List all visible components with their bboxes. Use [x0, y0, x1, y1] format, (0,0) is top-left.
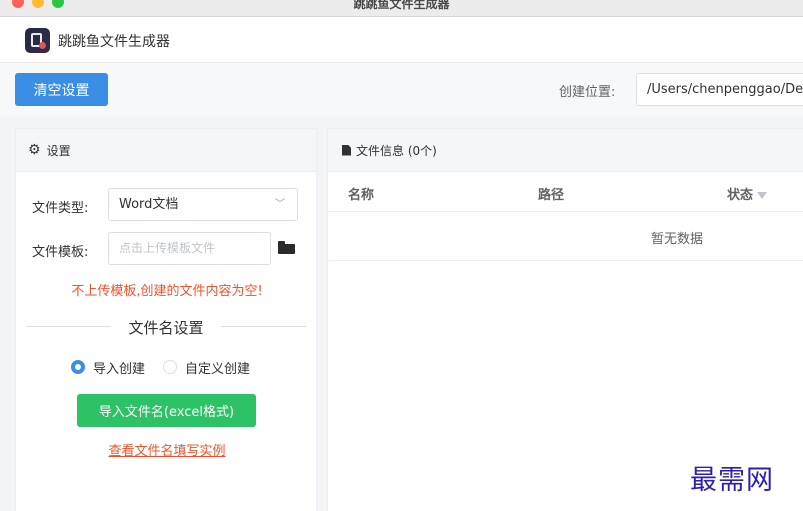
clear-settings-button[interactable]: 清空设置 — [15, 73, 108, 106]
example-link[interactable]: 查看文件名填写实例 — [16, 440, 318, 459]
window-title: 跳跳鱼文件生成器 — [353, 0, 450, 11]
template-label: 文件模板: — [32, 245, 89, 260]
import-filenames-button[interactable]: 导入文件名(excel格式) — [77, 394, 256, 427]
file-type-select[interactable]: Word文档 ﹀ — [108, 188, 298, 221]
file-type-label: 文件类型: — [32, 201, 89, 216]
radio-custom[interactable] — [163, 360, 178, 374]
file-info-panel: 文件信息 (0个) 名称 路径 状态 暂无数据 — [327, 128, 803, 511]
settings-panel: ⚙ 设置 文件类型: Word文档 ﹀ 文件模板: 点击上传模板文件 不上传模板… — [15, 128, 317, 511]
empty-row: 暂无数据 — [328, 212, 803, 261]
location-input[interactable]: /Users/chenpenggao/De — [636, 73, 803, 106]
filename-section-title: 文件名设置 — [128, 319, 204, 337]
file-icon — [342, 144, 351, 156]
radio-import[interactable] — [71, 360, 85, 374]
radio-custom-label[interactable]: 自定义创建 — [185, 358, 250, 377]
empty-text: 暂无数据 — [651, 232, 704, 247]
watermark-logo: 最需网 — [690, 465, 774, 496]
creation-mode-radios: 导入创建 自定义创建 — [71, 357, 250, 377]
column-path: 路径 — [538, 188, 565, 203]
gear-icon: ⚙ — [28, 142, 41, 158]
filter-icon[interactable] — [757, 192, 768, 199]
column-status[interactable]: 状态 — [727, 184, 768, 203]
settings-title: 设置 — [46, 143, 71, 158]
chevron-down-icon: ﹀ — [275, 199, 285, 210]
file-type-value: Word文档 — [119, 197, 179, 212]
table-header: 名称 路径 状态 — [328, 172, 803, 212]
column-status-label: 状态 — [727, 188, 754, 203]
template-row: 文件模板: 点击上传模板文件 — [16, 232, 318, 266]
file-info-title: 文件信息 (0个) — [356, 143, 437, 158]
filename-section-divider: 文件名设置 — [26, 317, 306, 337]
column-name: 名称 — [348, 188, 375, 203]
folder-icon[interactable] — [278, 241, 295, 254]
toolbar: 清空设置 创建位置: /Users/chenpenggao/De — [0, 63, 803, 117]
location-label: 创建位置: — [559, 85, 616, 100]
template-warning: 不上传模板,创建的文件内容为空! — [71, 284, 263, 299]
app-header: 跳跳鱼文件生成器 — [0, 17, 803, 63]
file-type-row: 文件类型: Word文档 ﹀ — [16, 188, 318, 222]
template-input[interactable]: 点击上传模板文件 — [108, 232, 271, 265]
window-titlebar: 跳跳鱼文件生成器 — [0, 0, 803, 17]
app-name: 跳跳鱼文件生成器 — [58, 34, 170, 50]
file-info-header: 文件信息 (0个) — [328, 129, 803, 172]
app-logo-icon — [25, 28, 50, 53]
settings-header: ⚙ 设置 — [16, 129, 316, 172]
radio-import-label[interactable]: 导入创建 — [93, 358, 145, 377]
